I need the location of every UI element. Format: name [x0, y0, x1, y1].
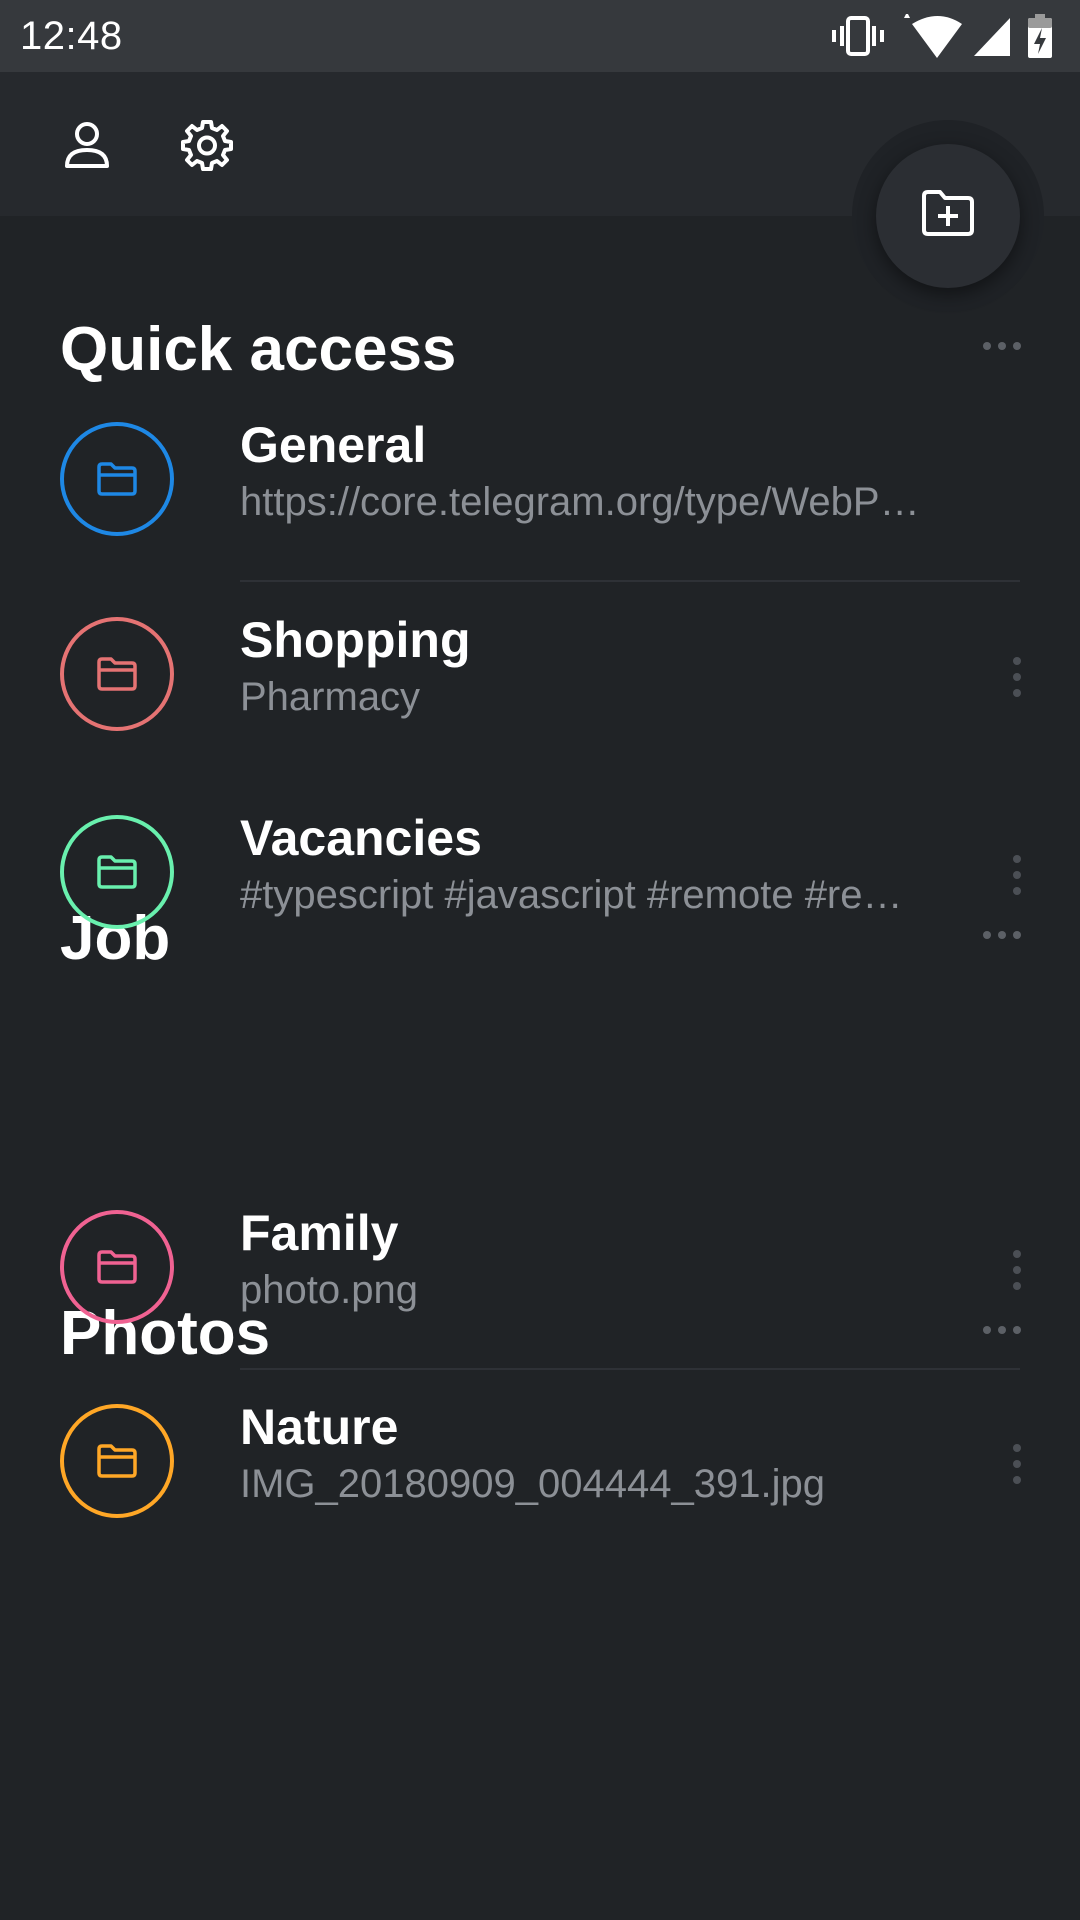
folder-row[interactable]: General https://core.telegram.org/type/We… [0, 386, 1080, 578]
wifi-icon [904, 14, 962, 58]
status-icons [832, 14, 1062, 58]
folder-icon [97, 1250, 137, 1284]
folder-row[interactable]: Nature IMG_20180909_004444_391.jpg [0, 1368, 1080, 1560]
profile-icon[interactable] [60, 118, 114, 172]
folder-title: Shopping [240, 612, 471, 668]
status-time: 12:48 [20, 14, 123, 58]
folder-icon [97, 855, 137, 889]
folder-icon [97, 1444, 137, 1478]
add-folder-button[interactable] [876, 144, 1020, 288]
folder-subtitle: https://core.telegram.org/type/WebP… [240, 480, 920, 524]
folder-subtitle: IMG_20180909_004444_391.jpg [240, 1462, 825, 1506]
folder-subtitle: photo.png [240, 1268, 418, 1312]
row-more-icon[interactable] [1008, 653, 1026, 701]
status-bar: 12:48 [0, 0, 1080, 72]
folder-subtitle: Pharmacy [240, 675, 421, 719]
folder-subtitle: #typescript #javascript #remote #re… [240, 873, 903, 917]
row-more-icon[interactable] [1008, 851, 1026, 899]
folder-row[interactable]: Family photo.png [0, 1174, 1080, 1366]
row-more-icon[interactable] [1008, 1246, 1026, 1294]
folder-row[interactable]: Shopping Pharmacy [0, 581, 1080, 773]
folder-title: Vacancies [240, 810, 482, 866]
settings-icon[interactable] [180, 118, 234, 172]
add-folder-icon [922, 190, 974, 236]
folder-row[interactable]: Vacancies #typescript #javascript #remote… [0, 779, 1080, 971]
folder-avatar [60, 617, 174, 731]
folder-title: General [240, 417, 427, 473]
signal-icon [974, 18, 1010, 56]
folder-title: Nature [240, 1399, 399, 1455]
folder-icon [97, 462, 137, 496]
folder-avatar [60, 1404, 174, 1518]
folder-icon [97, 657, 137, 691]
folder-title: Family [240, 1205, 399, 1261]
battery-charging-icon [1028, 14, 1052, 58]
folder-avatar [60, 815, 174, 929]
folder-avatar [60, 1210, 174, 1324]
vibrate-icon [832, 16, 884, 56]
folder-avatar [60, 422, 174, 536]
section-title: Quick access [60, 315, 457, 384]
section-more-icon[interactable] [982, 338, 1022, 354]
row-more-icon[interactable] [1008, 1440, 1026, 1488]
